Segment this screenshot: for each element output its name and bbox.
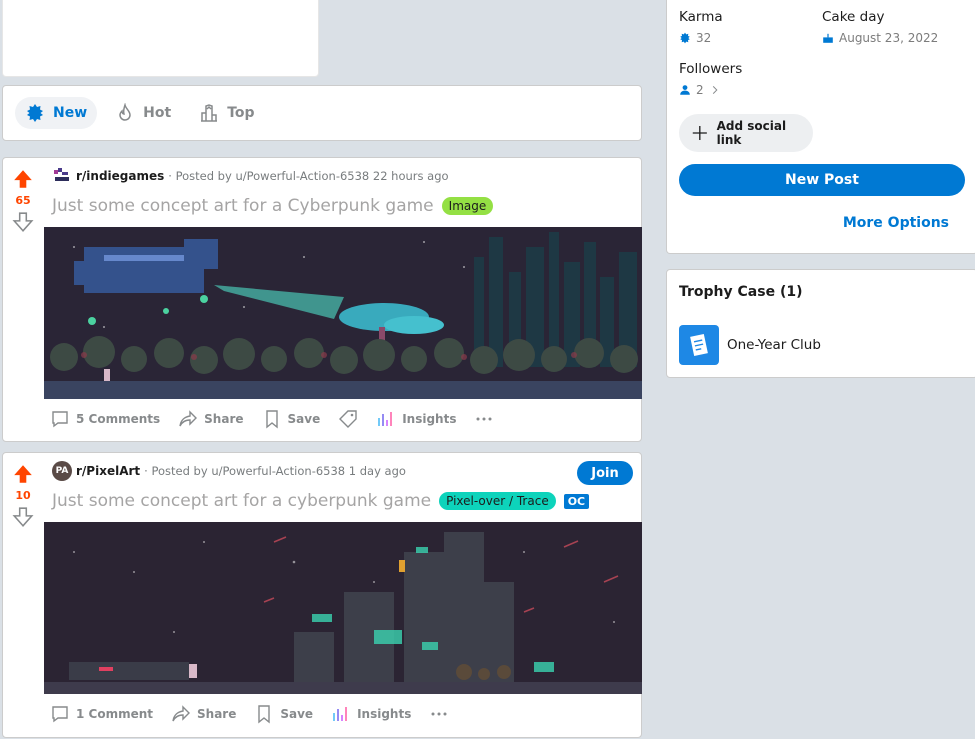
share-label: Share — [197, 707, 237, 721]
vote-column: 65 — [3, 158, 43, 233]
upvote-icon[interactable] — [12, 168, 34, 190]
sort-bar: New Hot Top — [2, 85, 642, 141]
comments-label: 5 Comments — [76, 412, 161, 426]
post-image[interactable] — [44, 522, 642, 694]
bookmark-icon — [265, 410, 278, 429]
insights-icon — [333, 707, 347, 721]
ellipsis-icon — [431, 712, 447, 716]
indiegames-icon[interactable] — [52, 166, 72, 186]
post-actions: 1 Comment Share Save Insights — [44, 694, 641, 734]
cake-icon — [823, 33, 833, 43]
post-meta: PA r/PixelArt · Posted by u/Powerful-Act… — [44, 453, 641, 489]
more-button[interactable] — [429, 704, 449, 724]
downvote-icon[interactable] — [12, 211, 34, 233]
insights-label: Insights — [357, 707, 412, 721]
trophy-card: Trophy Case (1) One-Year Club — [666, 269, 975, 378]
sort-hot-button[interactable]: Hot — [105, 97, 181, 129]
more-options-link[interactable]: More Options — [843, 215, 949, 231]
insights-label: Insights — [402, 412, 457, 426]
comment-icon — [52, 706, 68, 723]
sort-top-label: Top — [227, 105, 255, 121]
bookmark-icon — [258, 705, 271, 724]
share-button[interactable]: Share — [171, 704, 236, 724]
save-label: Save — [280, 707, 314, 721]
more-button[interactable] — [474, 409, 494, 429]
sort-new-label: New — [53, 105, 88, 121]
subreddit-link[interactable]: r/indiegames — [76, 169, 164, 183]
sort-hot-label: Hot — [143, 105, 172, 121]
cakeday-value: August 23, 2022 — [822, 31, 938, 45]
subreddit-link[interactable]: r/PixelArt — [76, 464, 140, 478]
post-image[interactable] — [44, 227, 642, 399]
profile-card: Karma 32 Cake day August 23, 2022 Follow… — [666, 0, 975, 254]
trophy-case-title: Trophy Case (1) — [679, 284, 803, 300]
title-row: Just some concept art for a cyberpunk ga… — [44, 487, 641, 515]
post-title[interactable]: Just some concept art for a Cyberpunk ga… — [52, 196, 434, 216]
burst-icon — [27, 104, 43, 122]
post-flair[interactable]: Pixel-over / Trace — [439, 492, 556, 510]
title-row: Just some concept art for a Cyberpunk ga… — [44, 192, 641, 220]
top-chart-icon — [201, 104, 218, 122]
add-social-link-button[interactable]: Add social link — [679, 114, 813, 152]
vote-count: 65 — [15, 194, 31, 207]
comments-label: 1 Comment — [76, 707, 154, 721]
post-title[interactable]: Just some concept art for a cyberpunk ga… — [52, 491, 431, 511]
post-body: PA r/PixelArt · Posted by u/Powerful-Act… — [44, 453, 642, 734]
post-flair[interactable]: Image — [441, 197, 494, 215]
post-meta: r/indiegames · Posted by u/Powerful-Acti… — [44, 158, 641, 194]
karma-label: Karma — [679, 9, 723, 25]
followers-count: 2 — [696, 83, 704, 97]
comment-icon — [52, 411, 68, 428]
insights-button[interactable]: Insights — [331, 704, 411, 724]
flame-icon — [119, 103, 131, 121]
share-button[interactable]: Share — [178, 409, 244, 429]
ellipsis-icon — [476, 417, 492, 421]
post-card[interactable]: 65 r/indiegames · Posted by u/Powerful-A… — [2, 157, 642, 442]
sort-top-button[interactable]: Top — [189, 97, 264, 129]
plus-icon — [692, 125, 707, 141]
add-social-link-label: Add social link — [716, 119, 787, 147]
downvote-icon[interactable] — [12, 506, 34, 528]
oc-badge: OC — [563, 493, 590, 509]
comments-button[interactable]: 1 Comment — [50, 704, 153, 724]
pixelart-icon[interactable]: PA — [52, 461, 72, 481]
followers-value[interactable]: 2 — [679, 83, 721, 97]
tag-icon — [339, 410, 357, 428]
share-icon — [179, 410, 198, 427]
karma-value: 32 — [679, 31, 711, 45]
share-label: Share — [204, 412, 244, 426]
insights-button[interactable]: Insights — [376, 409, 456, 429]
post-body: r/indiegames · Posted by u/Powerful-Acti… — [44, 158, 642, 439]
posted-by: · Posted by u/Powerful-Action-6538 22 ho… — [168, 169, 449, 183]
person-icon — [680, 85, 690, 95]
save-button[interactable]: Save — [262, 409, 321, 429]
chevron-right-icon — [712, 86, 718, 94]
top-card — [2, 0, 319, 77]
vote-column: 10 — [3, 453, 43, 528]
post-card[interactable]: 10 PA r/PixelArt · Posted by u/Powerful-… — [2, 452, 642, 738]
posted-by: · Posted by u/Powerful-Action-6538 1 day… — [144, 464, 406, 478]
trophy-name: One-Year Club — [727, 337, 821, 353]
join-button[interactable]: Join — [577, 461, 633, 485]
vote-count: 10 — [15, 489, 31, 502]
karma-icon — [680, 32, 690, 44]
save-button[interactable]: Save — [254, 704, 313, 724]
cakeday-label: Cake day — [822, 9, 885, 25]
scroll-trophy-icon — [679, 325, 719, 365]
karma-count: 32 — [696, 31, 712, 45]
save-label: Save — [287, 412, 321, 426]
trophy-item[interactable]: One-Year Club — [679, 325, 821, 365]
insights-icon — [378, 412, 393, 426]
followers-label: Followers — [679, 61, 743, 77]
cakeday-date: August 23, 2022 — [839, 31, 939, 45]
share-icon — [172, 705, 191, 722]
upvote-icon[interactable] — [12, 463, 34, 485]
comments-button[interactable]: 5 Comments — [50, 409, 160, 429]
tag-button[interactable] — [338, 409, 358, 429]
post-actions: 5 Comments Share Save Insights — [44, 399, 641, 439]
new-post-button[interactable]: New Post — [679, 164, 965, 196]
sort-new-button[interactable]: New — [15, 97, 98, 129]
